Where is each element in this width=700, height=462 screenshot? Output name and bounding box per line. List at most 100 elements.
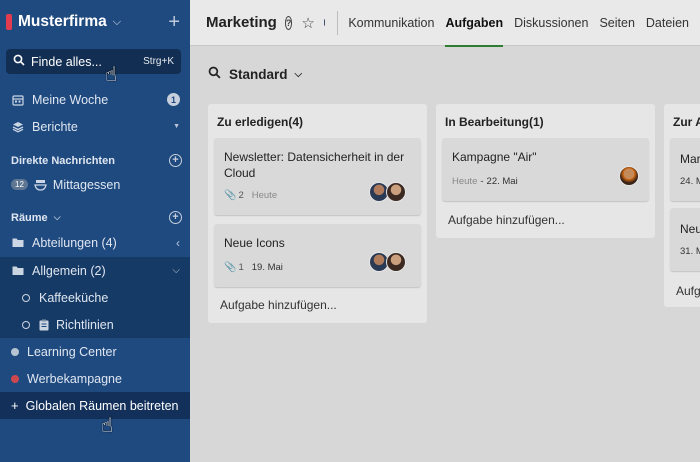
sidebar-item-kaffeekueche[interactable]: Kaffeeküche [0, 284, 190, 311]
board-column: Zu erledigen(4) Newsletter: Datensicherh… [208, 104, 427, 323]
tab-diskussionen[interactable]: Diskussionen [514, 0, 588, 46]
search-icon [208, 66, 221, 82]
section-heading: Räume [11, 211, 48, 224]
folder-icon [11, 265, 25, 276]
main-area: Marketing ? ☆ Kommunikation Aufgaben Dis… [190, 0, 700, 462]
help-icon[interactable]: ? [284, 15, 293, 30]
view-label: Standard [229, 66, 288, 82]
add-task-button[interactable]: Aufgabe hinzufügen... [448, 213, 565, 227]
star-icon[interactable]: ☆ [301, 14, 314, 32]
section-rooms: Räume ⌵ + [11, 211, 182, 224]
board-column: Zur A Mar 24. M Neu 31. M Aufg [664, 104, 700, 307]
header-bar: Marketing ? ☆ Kommunikation Aufgaben Dis… [190, 0, 700, 47]
assignees [619, 166, 639, 186]
tab-kommunikation[interactable]: Kommunikation [348, 0, 434, 46]
sidebar-item-berichte[interactable]: Berichte ▼ [0, 113, 190, 140]
add-task-button[interactable]: Aufg [676, 284, 700, 298]
status-dot-icon [11, 347, 19, 356]
clipboard-icon [37, 319, 51, 331]
sidebar-item-meine-woche[interactable]: Meine Woche 1 [0, 86, 190, 113]
task-card[interactable]: Neu 31. M [670, 208, 700, 271]
task-title: Neue Icons [224, 236, 285, 250]
tab-dateien[interactable]: Dateien [646, 0, 689, 46]
hand-cursor-icon: ☝ [101, 415, 114, 437]
assignees [369, 252, 406, 272]
join-label: Globalen Räumen beitreten [25, 398, 179, 413]
sidebar-item-richtlinien[interactable]: Richtlinien [0, 311, 190, 338]
sidebar-item-label: Mittagessen [52, 177, 121, 192]
unread-badge: 1 [167, 93, 180, 106]
view-selector[interactable]: Standard ⌵ [208, 66, 302, 82]
due-date: 31. M [680, 246, 700, 257]
sidebar-item-label: Werbekampagne [27, 371, 122, 386]
task-meta: Heute - 22. Mai [452, 176, 518, 187]
task-card[interactable]: Kampagne "Air" Heute - 22. Mai [442, 138, 649, 201]
sidebar-item-werbekampagne[interactable]: Werbekampagne [0, 365, 190, 392]
chevron-down-icon[interactable]: ⌵ [172, 265, 180, 276]
avatar[interactable] [386, 252, 406, 272]
sidebar-item-allgemein[interactable]: Allgemein (2) ⌵ [0, 257, 190, 284]
sidebar-item-label: Kaffeeküche [39, 290, 109, 305]
plus-icon: + [11, 398, 19, 413]
section-heading: Direkte Nachrichten [11, 154, 115, 167]
status-dot-icon [11, 374, 19, 383]
add-circle-icon[interactable]: + [169, 154, 182, 167]
add-task-button[interactable]: Aufgabe hinzufügen... [220, 298, 337, 312]
sidebar-item-label: Abteilungen (4) [32, 235, 117, 250]
due-date: 19. Mai [251, 262, 283, 273]
board-column: In Bearbeitung(1) Kampagne "Air" Heute -… [436, 104, 655, 238]
tab-seiten[interactable]: Seiten [599, 0, 634, 46]
add-circle-icon[interactable]: + [169, 211, 182, 224]
due-date: 24. M [680, 176, 700, 187]
caret-down-icon[interactable]: ▼ [173, 123, 180, 130]
sidebar-item-label: Berichte [32, 119, 78, 134]
room-circle-icon [21, 293, 31, 302]
count-badge: 12 [11, 179, 28, 190]
task-card[interactable]: Newsletter: Datensicherheit in der Cloud… [214, 138, 421, 215]
sidebar-item-abteilungen[interactable]: Abteilungen (4) ‹ [0, 229, 190, 256]
chevron-down-icon: ⌵ [294, 68, 303, 80]
start-date: Heute [452, 176, 478, 187]
task-title: Mar [680, 152, 700, 166]
attachment-count: 2 [238, 190, 244, 201]
task-meta: 📎 2 Heute [224, 190, 277, 201]
due-date: Heute [251, 190, 278, 201]
search-shortcut: Strg+K [143, 56, 174, 67]
task-card[interactable]: Mar 24. M [670, 138, 700, 201]
search-label: Finde alles... [31, 54, 102, 69]
task-title: Kampagne "Air" [452, 150, 537, 164]
workspace-logo [6, 14, 12, 30]
due-date: 22. Mai [486, 176, 518, 187]
sidebar-item-learning-center[interactable]: Learning Center [0, 338, 190, 365]
room-circle-icon [21, 320, 31, 329]
column-title: Zu erledigen(4) [217, 115, 304, 129]
attachment-count: 1 [238, 262, 244, 273]
chevron-down-icon[interactable]: ⌵ [54, 212, 61, 223]
bowl-icon [34, 179, 48, 191]
workspace-header[interactable]: Musterfirma ⌵ + [0, 0, 190, 44]
workspace-name[interactable]: Musterfirma [18, 13, 107, 31]
search-input[interactable]: Finde alles... Strg+K [6, 49, 181, 74]
hand-cursor-icon: ☝ [105, 64, 118, 86]
column-title: Zur A [673, 115, 700, 129]
status-dot-icon [323, 19, 326, 26]
search-icon [13, 54, 25, 69]
task-card[interactable]: Neue Icons 📎 1 19. Mai [214, 224, 421, 287]
sidebar-item-mittagessen[interactable]: 12 Mittagessen [0, 171, 190, 198]
avatar[interactable] [386, 182, 406, 202]
task-title: Newsletter: Datensicherheit in der Cloud [224, 150, 405, 180]
chevron-left-icon[interactable]: ‹ [176, 236, 180, 250]
tab-aufgaben[interactable]: Aufgaben [445, 0, 503, 47]
paperclip-icon: 📎 [224, 262, 237, 273]
paperclip-icon: 📎 [224, 190, 237, 201]
chevron-down-icon[interactable]: ⌵ [113, 16, 121, 29]
add-icon[interactable]: + [168, 12, 180, 32]
section-direct-messages: Direkte Nachrichten + [11, 154, 182, 167]
sidebar-item-label: Meine Woche [32, 92, 109, 107]
calendar-icon [11, 94, 25, 106]
join-global-rooms-button[interactable]: + Globalen Räumen beitreten [0, 392, 190, 419]
layers-icon [11, 121, 25, 133]
sidebar-item-label: Richtlinien [56, 317, 114, 332]
avatar[interactable] [619, 166, 639, 186]
sidebar: Musterfirma ⌵ + Finde alles... Strg+K Me… [0, 0, 190, 462]
